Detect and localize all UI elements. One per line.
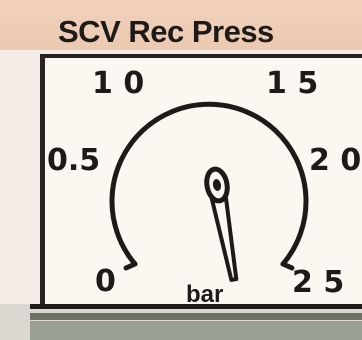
tick-label-2-5: 2 5 (292, 265, 344, 300)
tick-label-1-5: 1 5 (266, 66, 318, 101)
gauge-needle (204, 166, 239, 282)
bottom-frame (0, 304, 362, 340)
dial-max-hook (280, 261, 295, 271)
tick-label-1-0: 1 0 (92, 66, 144, 101)
dial-min-hook (123, 261, 138, 271)
tick-label-0: 0 (95, 264, 116, 299)
tick-label-2-0: 2 0 (309, 143, 361, 178)
tick-label-0-5: 0.5 (47, 143, 100, 178)
unit-label: bar (186, 281, 223, 306)
pressure-gauge: 0 0.5 1 0 1 5 2 0 2 5 bar (47, 66, 361, 306)
